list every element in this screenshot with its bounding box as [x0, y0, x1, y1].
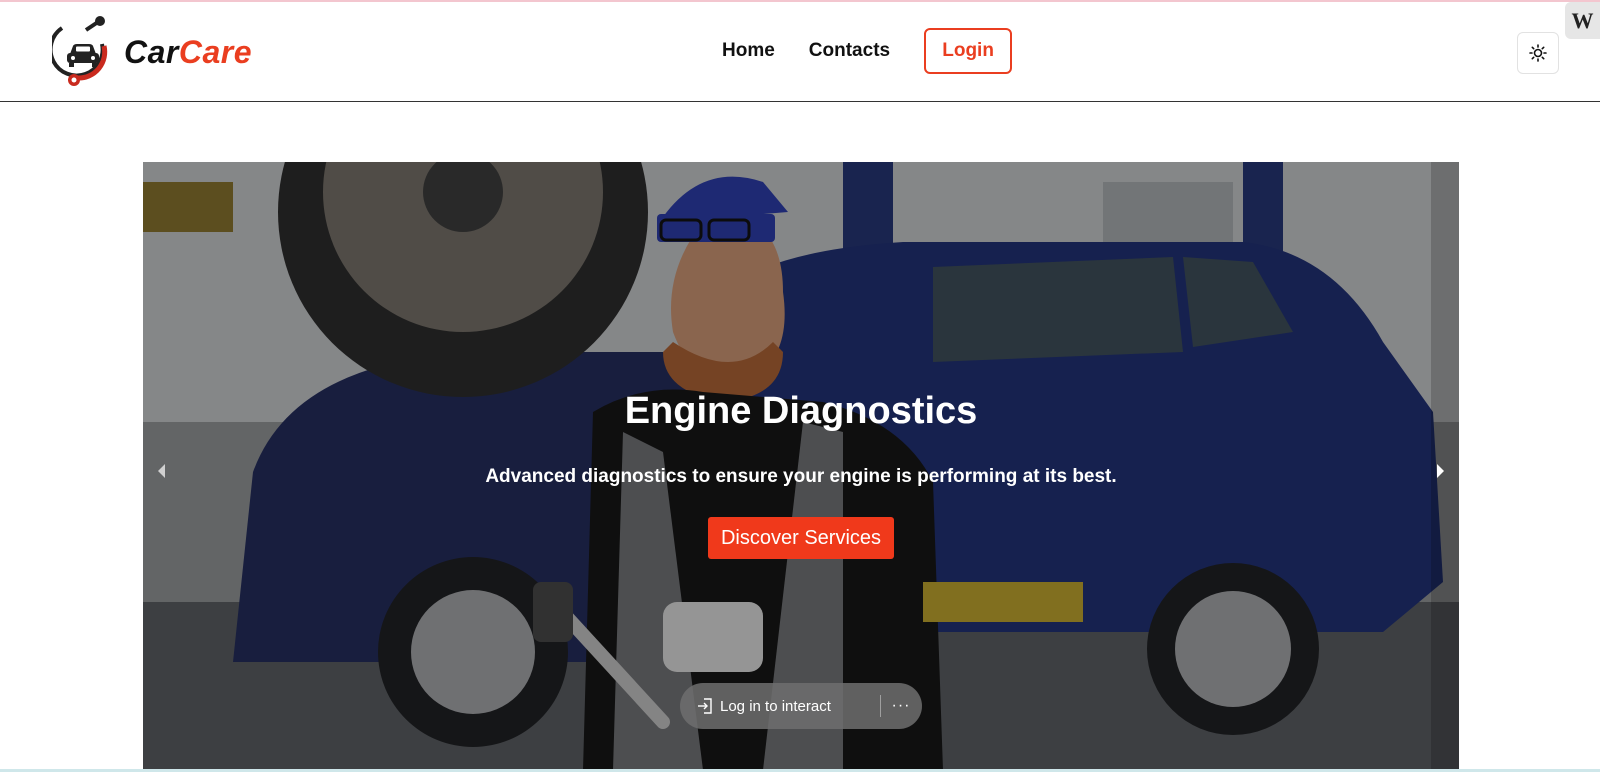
brand-name: CarCare: [124, 34, 252, 71]
nav-contacts-link[interactable]: Contacts: [809, 28, 890, 74]
brand-part-care: Care: [178, 33, 253, 70]
brand-part-car: Car: [124, 33, 179, 70]
hero-carousel: Engine Diagnostics Advanced diagnostics …: [143, 162, 1459, 770]
discover-services-button[interactable]: Discover Services: [708, 517, 894, 559]
theme-toggle-button[interactable]: [1517, 32, 1559, 74]
login-button[interactable]: Login: [924, 28, 1013, 74]
extension-badge[interactable]: W: [1565, 2, 1600, 39]
login-prompt-text: Log in to interact: [720, 697, 831, 715]
sign-in-icon: [696, 697, 714, 715]
site-header: CarCare Home Contacts Login: [0, 2, 1600, 102]
hero-title: Engine Diagnostics: [624, 390, 978, 432]
car-wrench-logo-icon: [52, 16, 108, 86]
more-options-button[interactable]: ···: [886, 683, 916, 729]
main-nav: Home Contacts Login: [722, 28, 1013, 74]
pill-divider: [880, 695, 881, 717]
sun-icon: [1529, 44, 1547, 62]
nav-home-link[interactable]: Home: [722, 28, 775, 74]
logo[interactable]: CarCare: [52, 16, 252, 88]
login-to-interact-pill[interactable]: Log in to interact ···: [680, 683, 922, 729]
hero-subtitle: Advanced diagnostics to ensure your engi…: [485, 466, 1117, 487]
